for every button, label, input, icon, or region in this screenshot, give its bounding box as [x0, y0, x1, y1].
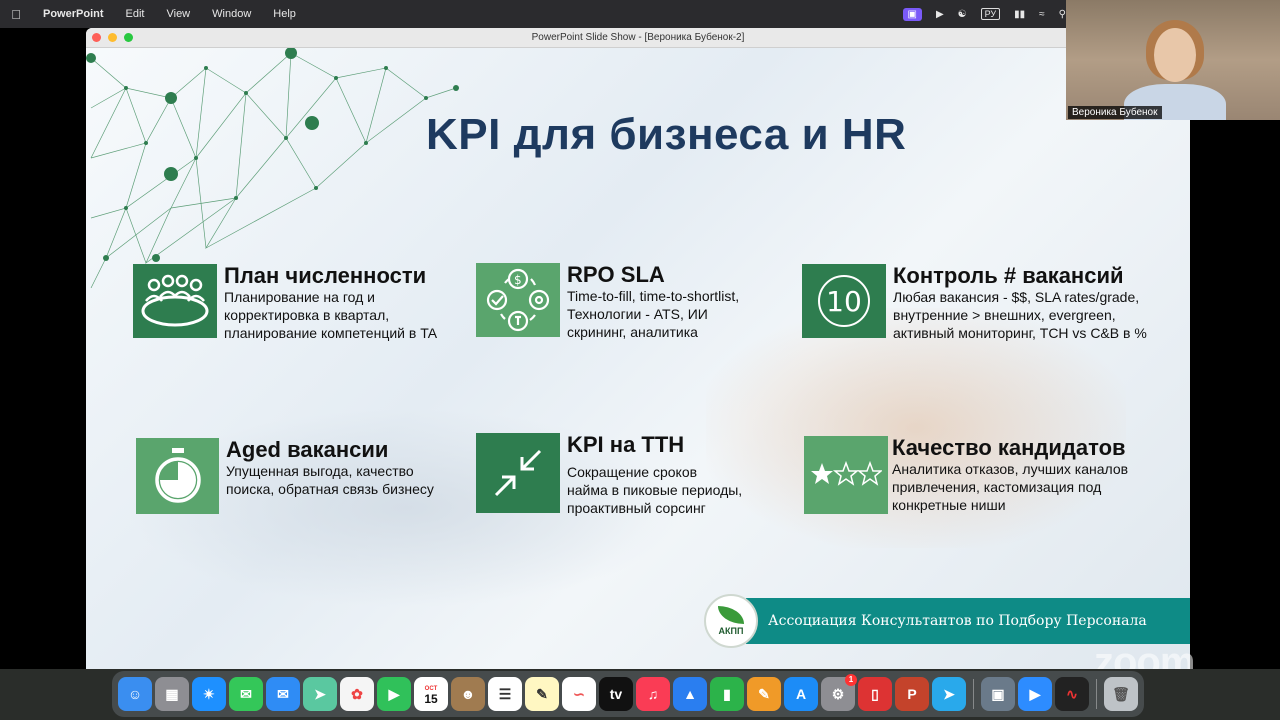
compress-arrows-icon — [476, 433, 560, 513]
card-body: Упущенная выгода, качество поиска, обрат… — [226, 463, 434, 497]
slideshow-window: PowerPoint Slide Show - [Вероника Бубено… — [86, 28, 1190, 669]
menu-app-name[interactable]: PowerPoint — [32, 8, 115, 20]
pages-icon[interactable]: ✎ — [747, 677, 781, 711]
star-rating-icon — [804, 436, 888, 514]
keynote-icon[interactable]: ▲ — [673, 677, 707, 711]
card-heading: KPI на TTH — [567, 432, 685, 457]
preview-icon[interactable]: ▣ — [981, 677, 1015, 711]
kpi-card-candidate-quality: Качество кандидатов Аналитика отказов, л… — [804, 436, 1128, 514]
powerpoint-icon[interactable]: P — [895, 677, 929, 711]
card-heading: Качество кандидатов — [892, 435, 1126, 460]
kpi-card-tth: KPI на TTH Сокращение сроков найма в пик… — [476, 433, 742, 517]
battery-icon[interactable]: ▮▮ — [1014, 9, 1025, 20]
contacts-icon[interactable]: ☻ — [451, 677, 485, 711]
apple-tv-icon[interactable]: tv — [599, 677, 633, 711]
network-decoration-icon — [86, 48, 459, 288]
numbers-icon[interactable]: ▮ — [710, 677, 744, 711]
card-body: Планирование на год и корректировка в кв… — [224, 289, 438, 341]
status-area: ▣ ▶ ☯ РУ ▮▮ ≈ ⚲ — [902, 0, 1066, 28]
card-heading: План численности — [224, 263, 427, 288]
facetime-icon[interactable]: ▶ — [377, 677, 411, 711]
number-ten-icon: 10 — [802, 264, 886, 338]
kpi-card-headcount-plan: План численности Планирование на год и к… — [133, 264, 437, 342]
mail-icon[interactable]: ✉ — [266, 677, 300, 711]
menu-view[interactable]: View — [155, 8, 201, 20]
music-icon[interactable]: ♫ — [636, 677, 670, 711]
finder-icon[interactable]: ☺ — [118, 677, 152, 711]
participant-name: Вероника Бубенок — [1068, 106, 1162, 119]
association-name: Ассоциация Консультантов по Подбору Перс… — [768, 613, 1147, 629]
freeform-icon[interactable]: ∽ — [562, 677, 596, 711]
menu-help[interactable]: Help — [262, 8, 307, 20]
minimize-window-button[interactable] — [108, 33, 117, 42]
meeting-table-icon — [133, 264, 217, 338]
screen-share-icon[interactable]: ▣ — [902, 7, 922, 21]
association-abbr: АКПП — [718, 626, 744, 636]
voice-memos-icon[interactable]: ∿ — [1055, 677, 1089, 711]
notes-icon[interactable]: ✎ — [525, 677, 559, 711]
dock-separator — [973, 679, 974, 709]
close-window-button[interactable] — [92, 33, 101, 42]
participant-video-tile[interactable]: Вероника Бубенок — [1066, 0, 1280, 120]
stopwatch-icon — [136, 438, 219, 514]
card-heading: Aged вакансии — [226, 437, 389, 462]
participant-face — [1154, 28, 1196, 82]
slide-title: KPI для бизнеса и HR — [426, 110, 907, 159]
input-language[interactable]: РУ — [980, 8, 1001, 20]
wifi-icon[interactable]: ≈ — [1039, 9, 1045, 20]
maximize-window-button[interactable] — [124, 33, 133, 42]
search-icon[interactable]: ⚲ — [1059, 9, 1066, 20]
apple-menu-icon[interactable]:  — [0, 7, 32, 22]
card-heading: Контроль # вакансий — [893, 263, 1124, 288]
photos-icon[interactable]: ✿ — [340, 677, 374, 711]
menu-edit[interactable]: Edit — [115, 8, 156, 20]
airplay-icon[interactable]: ▶ — [936, 9, 944, 20]
notification-badge: 1 — [845, 674, 857, 686]
maps-icon[interactable]: ➤ — [303, 677, 337, 711]
window-titlebar: PowerPoint Slide Show - [Вероника Бубено… — [86, 28, 1190, 48]
number-ten-label: 10 — [826, 285, 862, 318]
dock: ☺ ▦ ✴ ✉ ✉ ➤ ✿ ▶ OCT 15 ☻ ☰ ✎ ∽ tv ♫ ▲ ▮ … — [112, 671, 1144, 717]
accessibility-icon[interactable]: ☯ — [958, 9, 967, 20]
zoom-app-icon[interactable]: ▶ — [1018, 677, 1052, 711]
association-logo: АКПП — [704, 594, 758, 648]
system-settings-icon[interactable]: ⚙ 1 — [821, 674, 857, 711]
menu-window[interactable]: Window — [201, 8, 262, 20]
safari-icon[interactable]: ✴ — [192, 677, 226, 711]
trash-icon[interactable]: 🗑 — [1104, 677, 1138, 711]
card-body: Сокращение сроков найма в пиковые период… — [567, 464, 743, 516]
launchpad-icon[interactable]: ▦ — [155, 677, 189, 711]
reminders-icon[interactable]: ☰ — [488, 677, 522, 711]
leaf-icon — [718, 606, 744, 624]
window-title: PowerPoint Slide Show - [Вероника Бубено… — [531, 32, 745, 43]
telegram-icon[interactable]: ➤ — [932, 677, 966, 711]
phone-mirroring-icon[interactable]: ▯ — [858, 677, 892, 711]
card-body: Аналитика отказов, лучших каналов привле… — [892, 461, 1129, 513]
calendar-day: 15 — [424, 692, 438, 706]
card-heading: RPO SLA — [567, 262, 665, 287]
association-banner: Ассоциация Консультантов по Подбору Перс… — [746, 598, 1190, 644]
kpi-card-vacancy-control: 10 Контроль # вакансий Любая вакансия - … — [802, 264, 1147, 342]
kpi-card-rpo-sla: $ RPO SLA Time-to-fill, time-to-shortlis… — [476, 263, 739, 341]
card-body: Time-to-fill, time-to-shortlist, Техноло… — [567, 288, 740, 340]
calendar-icon[interactable]: OCT 15 — [414, 677, 448, 711]
messages-icon[interactable]: ✉ — [229, 677, 263, 711]
process-cycle-icon: $ — [476, 263, 560, 337]
app-store-icon[interactable]: A — [784, 677, 818, 711]
svg-text:$: $ — [514, 273, 522, 287]
dock-separator — [1096, 679, 1097, 709]
slide[interactable]: KPI для бизнеса и HR План численности Пл… — [86, 48, 1190, 669]
card-body: Любая вакансия - $$, SLA rates/grade, вн… — [893, 289, 1147, 341]
kpi-card-aged-vacancies: Aged вакансии Упущенная выгода, качество… — [136, 438, 434, 514]
window-controls — [92, 33, 133, 42]
